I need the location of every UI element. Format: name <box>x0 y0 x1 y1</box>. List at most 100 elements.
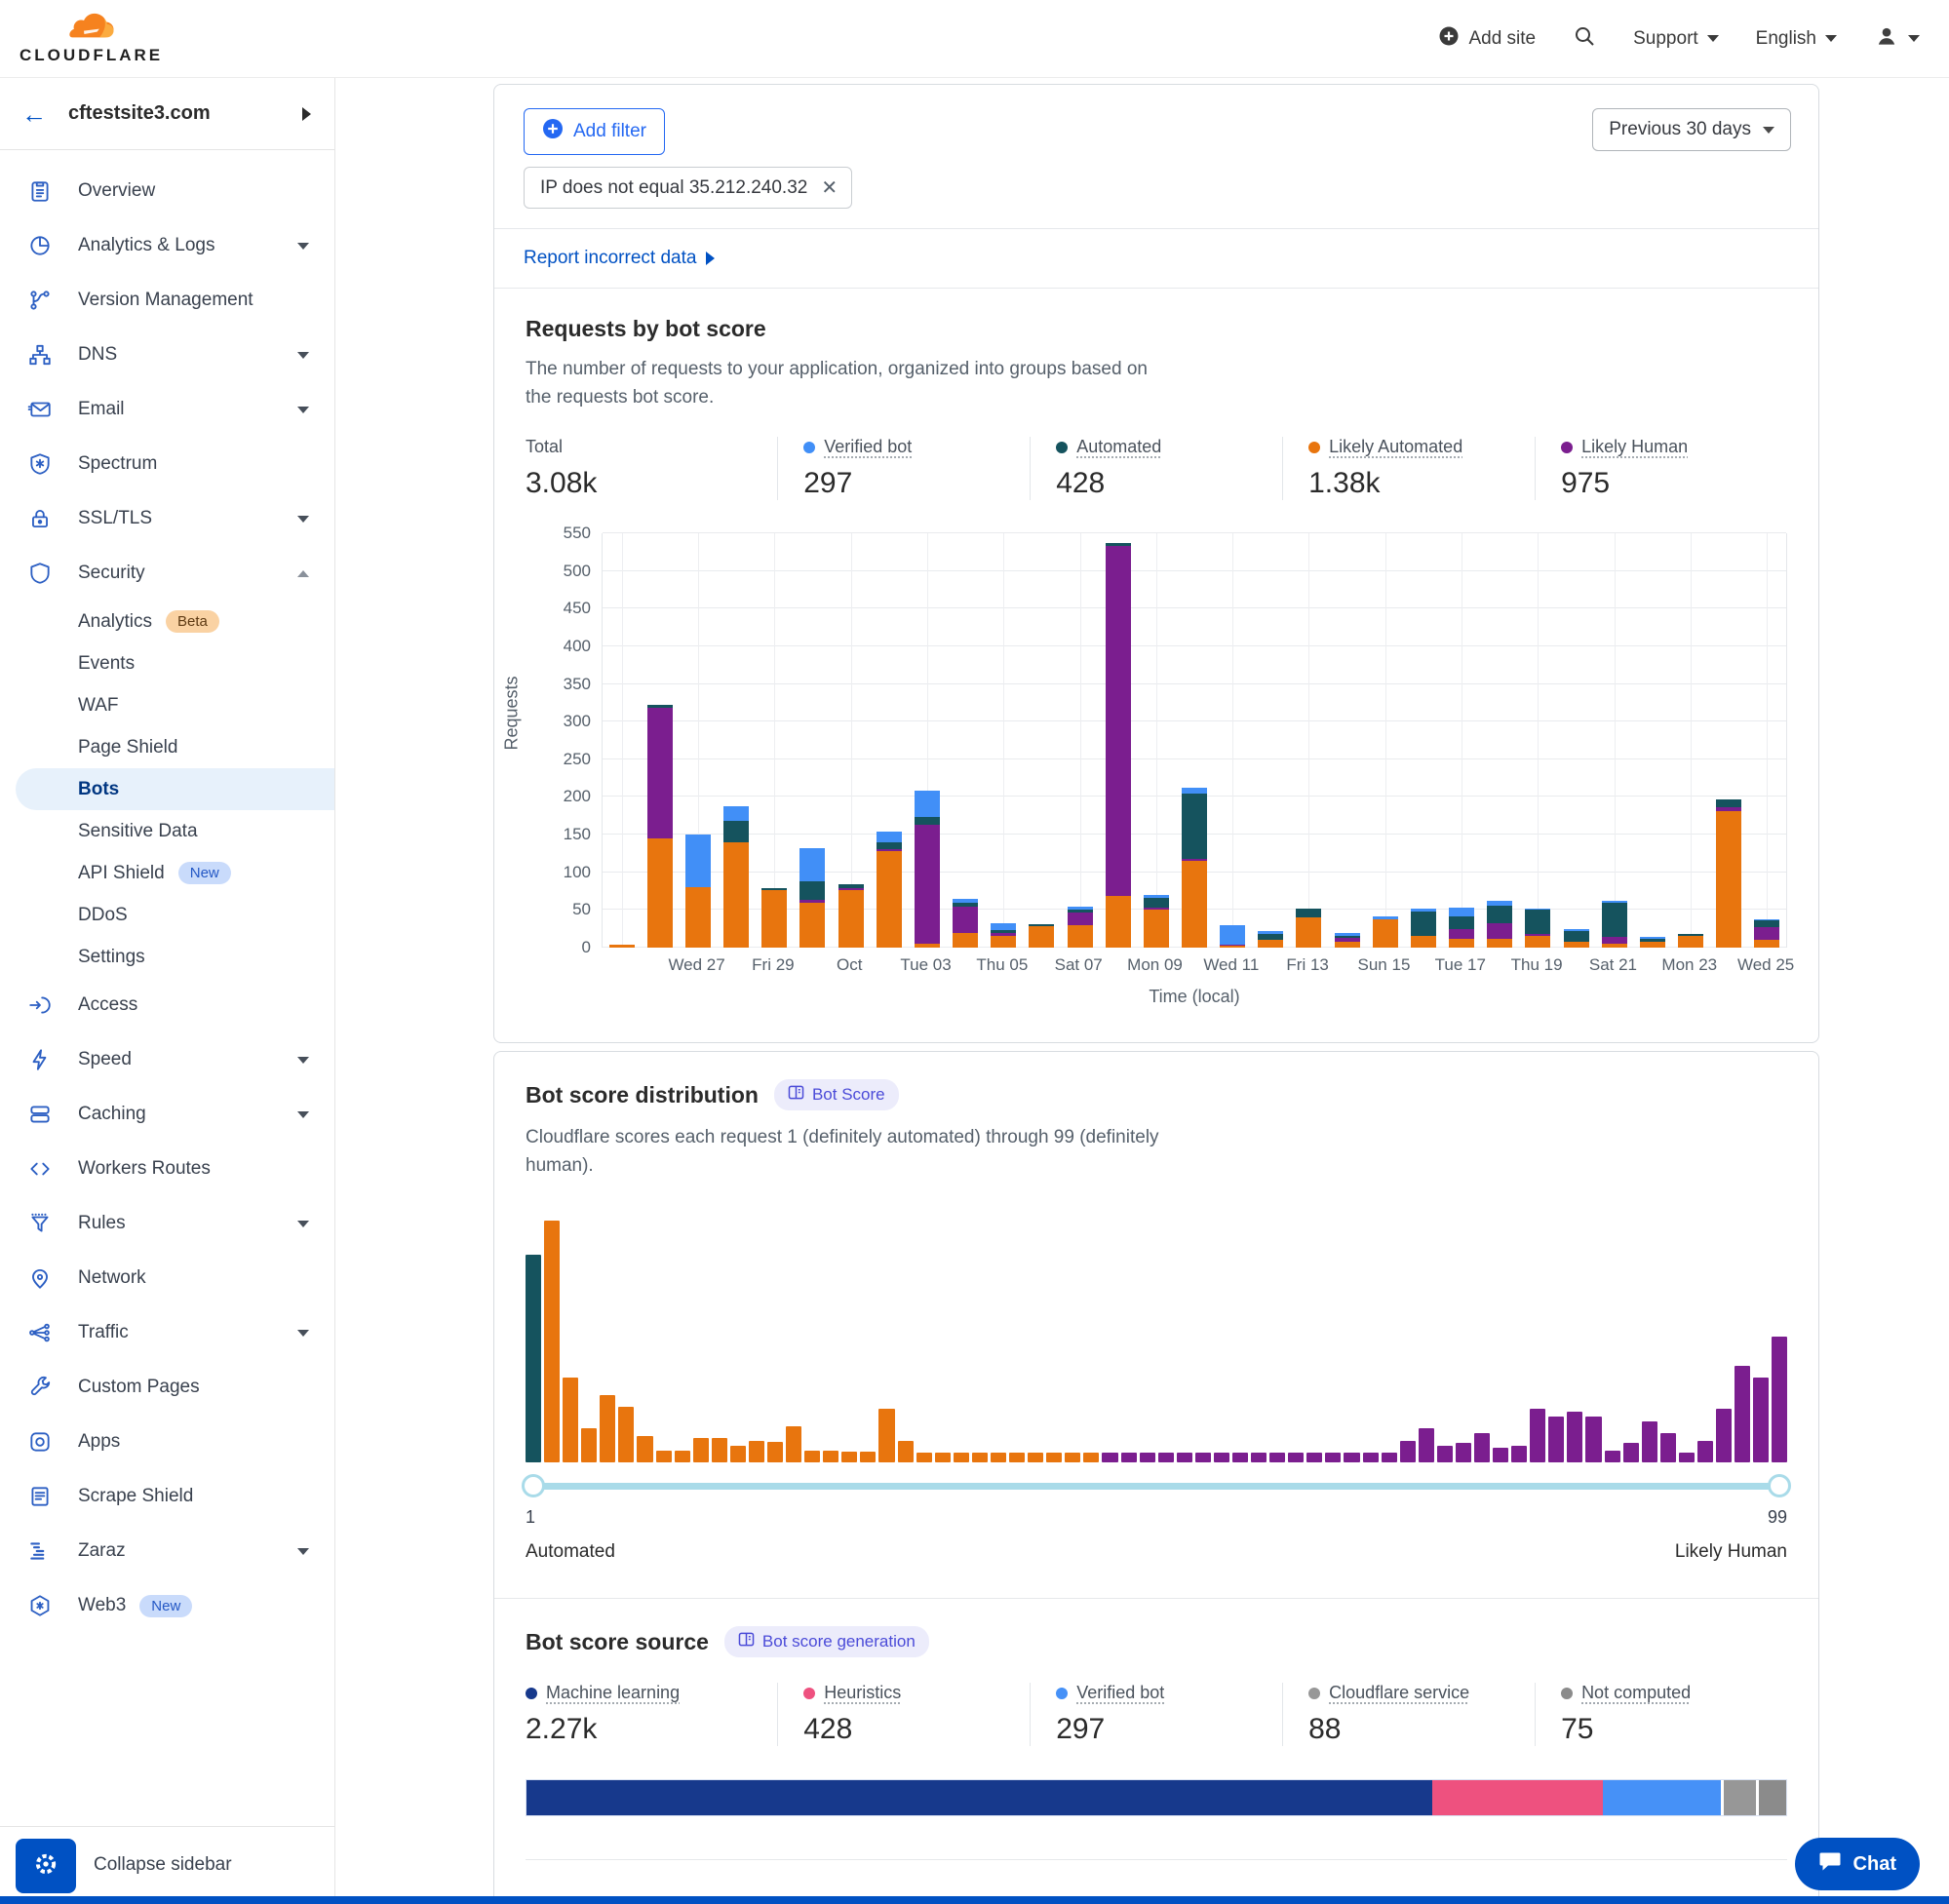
site-switcher-chevron[interactable] <box>302 107 311 121</box>
stacked-bar[interactable] <box>1754 919 1779 948</box>
stacked-bar[interactable] <box>1640 937 1665 948</box>
sidebar-item-caching[interactable]: Caching <box>0 1087 334 1142</box>
stacked-bar[interactable] <box>1411 909 1436 948</box>
stacked-bar[interactable] <box>1335 933 1360 948</box>
stacked-bar[interactable] <box>1487 901 1512 948</box>
stat-label[interactable]: Likely Automated <box>1329 437 1462 457</box>
sidebar-item-speed[interactable]: Speed <box>0 1032 334 1087</box>
sidebar-item-apps[interactable]: Apps <box>0 1415 334 1469</box>
stacked-bar[interactable] <box>1373 916 1398 948</box>
search-button[interactable] <box>1573 24 1596 54</box>
report-incorrect-data-link[interactable]: Report incorrect data <box>524 248 696 269</box>
histogram-bar-likely-human <box>1567 1412 1582 1462</box>
stacked-bar[interactable] <box>1296 909 1321 948</box>
back-arrow-icon[interactable]: ← <box>21 101 47 127</box>
remove-filter-icon[interactable]: ✕ <box>821 175 838 200</box>
account-menu[interactable] <box>1874 23 1920 55</box>
stacked-bar[interactable] <box>685 835 711 948</box>
sidebar-item-email[interactable]: Email <box>0 382 334 437</box>
sidebar-item-ssl-tls[interactable]: SSL/TLS <box>0 491 334 546</box>
sidebar-item-access[interactable]: Access <box>0 978 334 1032</box>
sidebar-settings-button[interactable] <box>16 1839 76 1893</box>
add-filter-button[interactable]: Add filter <box>524 108 665 155</box>
sidebar-item-settings[interactable]: Settings <box>0 936 334 978</box>
stat-label[interactable]: Verified bot <box>824 437 912 457</box>
sidebar-item-waf[interactable]: WAF <box>0 684 334 726</box>
sidebar-item-version-management[interactable]: Version Management <box>0 273 334 328</box>
stacked-bar[interactable] <box>1144 895 1169 948</box>
sidebar-item-network[interactable]: Network <box>0 1251 334 1305</box>
chat-button[interactable]: Chat <box>1795 1838 1920 1890</box>
stacked-bar[interactable] <box>723 806 749 948</box>
stacked-bar[interactable] <box>1029 924 1054 948</box>
sidebar-item-events[interactable]: Events <box>0 642 334 684</box>
stacked-bar[interactable] <box>1716 799 1741 948</box>
sidebar-item-dns[interactable]: DNS <box>0 328 334 382</box>
histogram-bar-likely-human <box>1605 1451 1620 1462</box>
sidebar-item-bots[interactable]: Bots <box>16 768 334 810</box>
stacked-bar[interactable] <box>799 848 825 948</box>
stat-label[interactable]: Cloudflare service <box>1329 1683 1469 1703</box>
sidebar-item-page-shield[interactable]: Page Shield <box>0 726 334 768</box>
sidebar-item-analytics[interactable]: AnalyticsBeta <box>0 601 334 642</box>
stat-label[interactable]: Machine learning <box>546 1683 680 1703</box>
stacked-bar[interactable] <box>761 888 787 948</box>
stacked-bar[interactable] <box>1525 909 1550 948</box>
slider-handle-max[interactable] <box>1768 1474 1791 1497</box>
sidebar-item-rules[interactable]: Rules <box>0 1196 334 1251</box>
bar-segment-automated <box>1564 931 1589 942</box>
histogram-bar-likely-human <box>1419 1428 1434 1462</box>
stacked-bar[interactable] <box>1602 901 1627 948</box>
sidebar-item-sensitive-data[interactable]: Sensitive Data <box>0 810 334 852</box>
stacked-bar[interactable] <box>915 791 940 948</box>
sidebar-item-security[interactable]: Security <box>0 546 334 601</box>
sidebar-item-zaraz[interactable]: Zaraz <box>0 1524 334 1578</box>
stacked-bar[interactable] <box>1449 908 1474 948</box>
stacked-bar[interactable] <box>838 884 864 948</box>
slider-handle-min[interactable] <box>522 1474 545 1497</box>
stacked-bar[interactable] <box>991 923 1016 948</box>
stacked-bar[interactable] <box>609 945 635 948</box>
stacked-bar[interactable] <box>1678 934 1703 948</box>
stacked-bar[interactable] <box>953 899 978 948</box>
support-menu[interactable]: Support <box>1633 28 1719 50</box>
collapse-sidebar[interactable]: Collapse sidebar <box>0 1826 334 1896</box>
stacked-bar[interactable] <box>1220 925 1245 948</box>
histogram-bar-likely-automated <box>1028 1453 1043 1462</box>
stacked-bar[interactable] <box>877 832 902 948</box>
bot-score-badge[interactable]: Bot Score <box>774 1079 899 1110</box>
sidebar-item-custom-pages[interactable]: Custom Pages <box>0 1360 334 1415</box>
stat-label[interactable]: Not computed <box>1581 1683 1691 1703</box>
bot-score-generation-badge[interactable]: Bot score generation <box>724 1626 929 1657</box>
score-range-slider[interactable] <box>526 1474 1787 1497</box>
stacked-bar[interactable] <box>1182 788 1207 948</box>
bars-icon <box>27 1538 53 1564</box>
sidebar-item-workers-routes[interactable]: Workers Routes <box>0 1142 334 1196</box>
stat-label[interactable]: Automated <box>1076 437 1161 457</box>
stacked-bar[interactable] <box>1258 931 1283 948</box>
sidebar-item-web3[interactable]: Web3New <box>0 1578 334 1633</box>
stacked-bar[interactable] <box>647 705 673 948</box>
stacked-bar[interactable] <box>1106 543 1131 948</box>
language-menu[interactable]: English <box>1756 28 1837 50</box>
cloudflare-logo[interactable]: CLOUDFLARE <box>0 12 163 65</box>
sidebar-item-scrape-shield[interactable]: Scrape Shield <box>0 1469 334 1524</box>
add-site-button[interactable]: Add site <box>1438 25 1536 53</box>
legend-dot <box>1056 1688 1068 1699</box>
sidebar-item-spectrum[interactable]: Spectrum <box>0 437 334 491</box>
sidebar-item-ddos[interactable]: DDoS <box>0 894 334 936</box>
sidebar-item-analytics-logs[interactable]: Analytics & Logs <box>0 218 334 273</box>
stacked-bar[interactable] <box>1068 907 1093 948</box>
slider-track[interactable] <box>527 1483 1785 1490</box>
stacked-bar[interactable] <box>1564 929 1589 948</box>
sidebar-item-api-shield[interactable]: API ShieldNew <box>0 852 334 894</box>
histogram-bar-likely-human <box>1269 1453 1285 1462</box>
sidebar-item-traffic[interactable]: Traffic <box>0 1305 334 1360</box>
stat-label[interactable]: Verified bot <box>1076 1683 1164 1703</box>
stat-label[interactable]: Likely Human <box>1581 437 1688 457</box>
shield-star-icon <box>27 451 53 477</box>
filter-chip[interactable]: IP does not equal 35.212.240.32 ✕ <box>524 167 852 209</box>
stat-label[interactable]: Heuristics <box>824 1683 901 1703</box>
date-range-select[interactable]: Previous 30 days <box>1592 108 1791 151</box>
sidebar-item-overview[interactable]: Overview <box>0 164 334 218</box>
